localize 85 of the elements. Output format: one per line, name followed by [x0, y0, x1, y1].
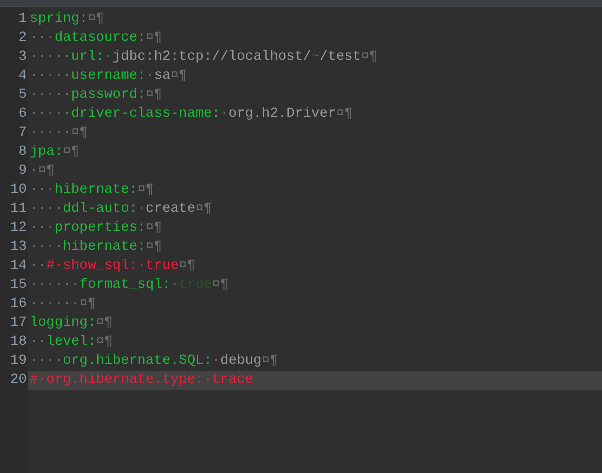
yaml-key: org.hibernate.SQL:: [63, 354, 212, 369]
whitespace-marker: ··: [30, 259, 47, 274]
line-number: 5: [18, 87, 28, 105]
yaml-key: logging:: [30, 316, 96, 331]
whitespace-marker: ·: [138, 202, 146, 217]
whitespace-marker: ···: [30, 31, 55, 46]
line-end-marker: ¤¶: [336, 107, 353, 122]
line-number: 6: [18, 106, 28, 124]
yaml-key: ddl-auto:: [63, 202, 138, 217]
line-end-marker: ¤¶: [361, 50, 378, 65]
line-end-marker: ¤¶: [63, 145, 80, 160]
whitespace-marker: ····: [30, 202, 64, 217]
whitespace-marker: ·····: [30, 88, 72, 103]
line-end-marker: ¤¶: [146, 221, 162, 236]
line-end-marker: ¤¶: [146, 31, 162, 46]
yaml-key: jpa:: [30, 145, 64, 160]
line-number: 10: [9, 182, 28, 200]
yaml-value: create: [146, 202, 196, 217]
whitespace-marker: ·: [146, 69, 154, 84]
line-end-marker: ¤¶: [88, 12, 105, 27]
whitespace-marker: ·····: [30, 107, 72, 122]
whitespace-marker: ··: [30, 335, 47, 350]
line-end-marker: ¤¶: [80, 297, 96, 312]
yaml-key: hibernate:: [63, 240, 146, 255]
line-number: 17: [9, 315, 28, 333]
line-number: 14: [9, 258, 28, 276]
line-number: 18: [9, 334, 28, 352]
yaml-key: password:: [71, 88, 146, 103]
line-end-marker: ¤¶: [146, 88, 162, 103]
comment-text: #·org.hibernate.type:·trace: [30, 373, 254, 388]
yaml-key: username:: [71, 69, 146, 84]
line-end-marker: ¤¶: [196, 202, 212, 217]
line-end-marker: ¤¶: [179, 259, 196, 274]
line-number: 8: [18, 144, 28, 162]
whitespace-marker: ·: [220, 107, 229, 122]
line-number: 12: [9, 220, 28, 238]
line-end-marker: ¤¶: [146, 240, 162, 255]
yaml-value: jdbc:h2:tcp://localhost/: [112, 50, 312, 65]
line-end-marker: ¤¶: [138, 183, 154, 198]
yaml-key: format_sql:: [80, 278, 171, 293]
whitespace-marker: ·····: [30, 69, 72, 84]
line-end-marker: ¤¶: [96, 316, 113, 331]
line-number: 11: [9, 201, 28, 219]
whitespace-marker: ·: [170, 278, 180, 293]
whitespace-marker: ······: [30, 297, 80, 312]
line-number: 20: [9, 372, 28, 390]
whitespace-marker: ·: [30, 164, 38, 179]
yaml-value: debug: [220, 354, 262, 369]
whitespace-marker: ·: [104, 50, 113, 65]
yaml-value: sa: [154, 69, 171, 84]
whitespace-marker: ····: [30, 240, 64, 255]
line-end-marker: ¤¶: [96, 335, 113, 350]
yaml-key: spring:: [30, 12, 88, 27]
line-end-marker: ¤¶: [262, 354, 278, 369]
yaml-key: hibernate:: [54, 183, 138, 198]
whitespace-marker: ···: [30, 221, 55, 236]
line-end-marker: ¤¶: [170, 69, 188, 84]
yaml-key: driver-class-name:: [71, 107, 220, 122]
yaml-key: url:: [71, 50, 105, 65]
line-number: 13: [9, 239, 28, 257]
line-end-marker: ¤¶: [38, 164, 55, 179]
line-end-marker: ¤¶: [71, 126, 88, 141]
line-number: 1: [18, 11, 28, 29]
line-number: 9: [18, 163, 28, 181]
yaml-key: properties:: [54, 221, 146, 236]
yaml-key: datasource:: [54, 31, 146, 46]
comment-text: #·show_sql:·true: [46, 259, 180, 274]
line-end-marker: ¤¶: [212, 278, 229, 293]
line-number: 2: [18, 30, 28, 48]
line-number: 15: [9, 277, 28, 295]
whitespace-marker: ···: [30, 183, 55, 198]
line-number: 19: [9, 353, 28, 371]
whitespace-marker: ·····: [30, 126, 72, 141]
whitespace-marker: ·····: [30, 50, 72, 65]
line-number: 3: [18, 49, 28, 67]
tilde-symbol: ~: [312, 50, 320, 65]
line-number: 7: [18, 125, 28, 143]
yaml-value: org.h2.Driver: [228, 107, 336, 122]
yaml-value: /test: [320, 50, 362, 65]
whitespace-marker: ······: [30, 278, 80, 293]
whitespace-marker: ····: [30, 354, 64, 369]
line-number: 16: [9, 296, 28, 314]
whitespace-marker: ·: [212, 354, 220, 369]
line-number: 4: [18, 68, 28, 86]
yaml-key: level:: [46, 335, 96, 350]
